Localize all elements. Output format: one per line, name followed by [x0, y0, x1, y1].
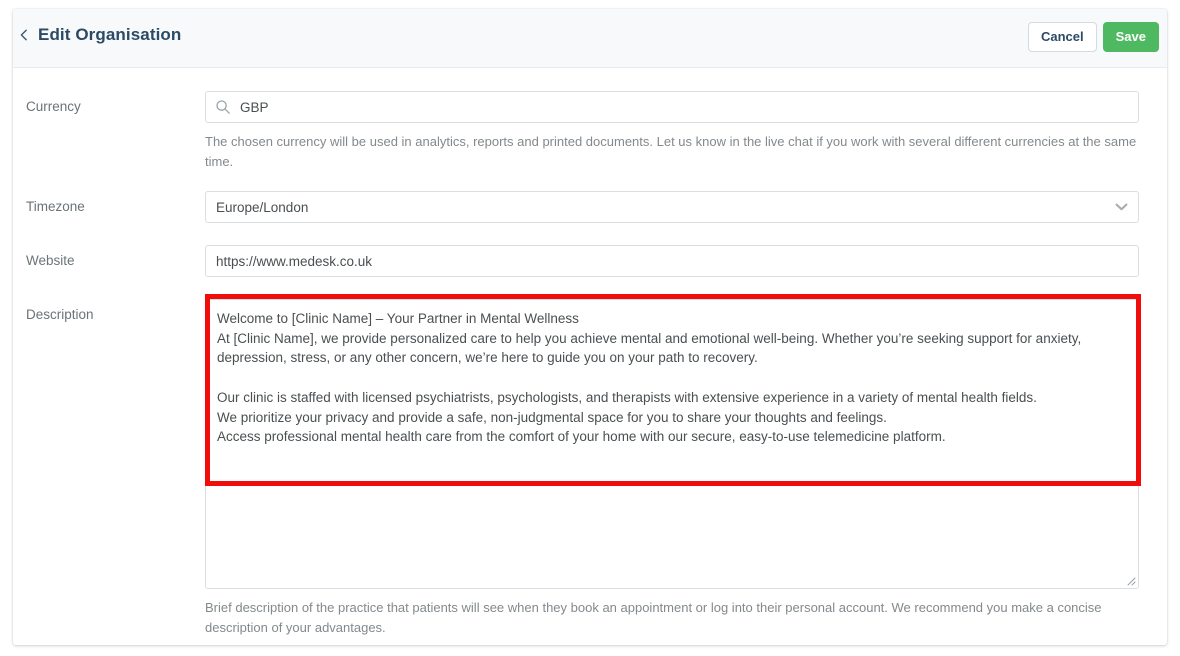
currency-label: Currency [26, 99, 81, 114]
description-textarea[interactable]: Welcome to [Clinic Name] – Your Partner … [205, 299, 1139, 589]
currency-field-col: GBP The chosen currency will be used in … [205, 91, 1139, 172]
search-icon [215, 99, 231, 115]
chevron-down-icon[interactable] [1115, 202, 1128, 212]
website-value: https://www.medesk.co.uk [216, 253, 373, 269]
page-title: Edit Organisation [38, 25, 182, 44]
edit-organisation-card: Edit Organisation Cancel Save Currency G… [13, 9, 1167, 645]
website-input[interactable]: https://www.medesk.co.uk [205, 245, 1139, 277]
currency-input[interactable]: GBP [205, 91, 1139, 123]
description-line: Our clinic is staffed with licensed psyc… [217, 389, 1037, 405]
description-label: Description [26, 307, 94, 322]
card-header: Edit Organisation Cancel Save [13, 9, 1167, 68]
description-line: Welcome to [Clinic Name] – Your Partner … [217, 311, 579, 326]
description-line-blank [217, 368, 1127, 388]
website-label: Website [26, 253, 75, 268]
description-line: depression, stress, or any other concern… [217, 350, 758, 366]
cancel-button[interactable]: Cancel [1027, 22, 1097, 52]
timezone-value: Europe/London [216, 199, 309, 215]
save-button[interactable]: Save [1102, 22, 1159, 52]
breadcrumb[interactable]: Edit Organisation [18, 25, 181, 45]
timezone-label: Timezone [26, 199, 85, 214]
timezone-field-col: Europe/London [205, 191, 1139, 223]
description-line: At [Clinic Name], we provide personalize… [217, 330, 1082, 346]
description-help-text: Brief description of the practice that p… [205, 600, 1102, 635]
description-line: We prioritize your privacy and provide a… [217, 409, 887, 425]
description-line: Access professional mental health care f… [217, 429, 946, 445]
chevron-left-icon[interactable] [18, 29, 30, 41]
page-root: Edit Organisation Cancel Save Currency G… [0, 0, 1180, 656]
resize-grip-icon[interactable] [1123, 573, 1136, 586]
currency-help-text: The chosen currency will be used in anal… [205, 134, 1137, 169]
timezone-select[interactable]: Europe/London [205, 191, 1139, 223]
description-field-col: Welcome to [Clinic Name] – Your Partner … [205, 299, 1139, 638]
website-field-col: https://www.medesk.co.uk [205, 245, 1139, 277]
header-actions: Cancel Save [1027, 22, 1159, 52]
